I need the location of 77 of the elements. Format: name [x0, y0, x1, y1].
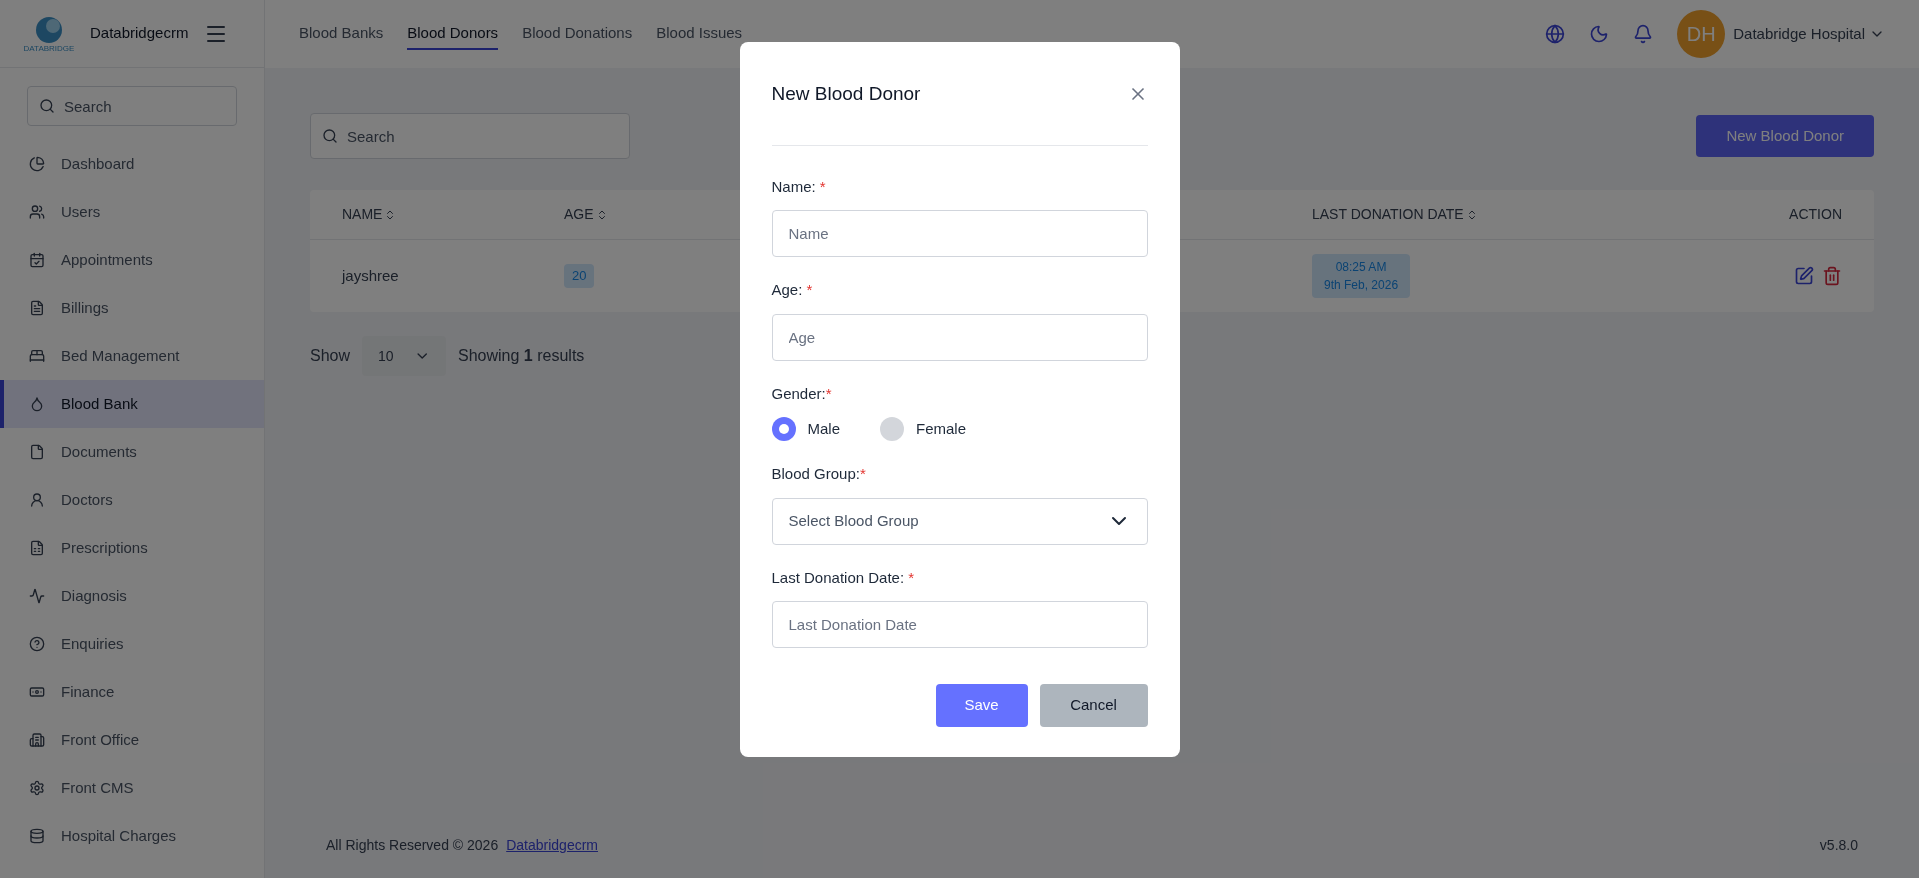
- sidebar-item[interactable]: Doctors: [0, 476, 264, 524]
- logo-text: DATABRIDGE: [23, 44, 75, 53]
- file-icon: [29, 444, 45, 460]
- sidebar-item[interactable]: Users: [0, 188, 264, 236]
- save-button[interactable]: Save: [935, 684, 1028, 727]
- users-icon: [29, 204, 45, 220]
- sidebar-item[interactable]: Hospital Charges: [0, 812, 264, 860]
- building-icon: [29, 732, 45, 748]
- cancel-button[interactable]: Cancel: [1039, 684, 1148, 727]
- input-field[interactable]: Name: [771, 210, 1148, 257]
- tab[interactable]: Blood Donors: [407, 17, 499, 51]
- version-text: v5.8.0: [1819, 836, 1858, 855]
- sidebar-item[interactable]: Blood Bank: [0, 380, 264, 428]
- copyright-text: All Rights Reserved © 2026: [326, 836, 499, 855]
- per-page-select[interactable]: 10: [362, 336, 447, 376]
- input-field[interactable]: Last Donation Date: [771, 601, 1148, 648]
- person-icon: [29, 492, 45, 508]
- input-field[interactable]: Age: [771, 313, 1148, 361]
- show-label: Show: [310, 346, 351, 366]
- radio-button[interactable]: [771, 417, 796, 441]
- search-icon: [39, 98, 55, 114]
- search-field[interactable]: Search: [310, 113, 630, 159]
- modal-title: New Blood Donor: [771, 82, 921, 106]
- column-header[interactable]: LAST DONATION DATE: [1312, 204, 1478, 225]
- radio-label[interactable]: Female: [916, 417, 967, 441]
- tab[interactable]: Blood Donations: [522, 17, 633, 51]
- field-label: Last Donation Date: *: [771, 567, 916, 588]
- field-label: Gender:*: [771, 383, 833, 404]
- sidebar-item[interactable]: Appointments: [0, 236, 264, 284]
- search-icon: [322, 128, 338, 144]
- pulse-icon: [29, 588, 45, 604]
- select-field[interactable]: Select Blood Group: [771, 497, 1148, 545]
- sidebar-item[interactable]: Front CMS: [0, 764, 264, 812]
- sidebar-item[interactable]: Bed Management: [0, 332, 264, 380]
- sidebar-item[interactable]: Enquiries: [0, 620, 264, 668]
- table-cell-text: jayshree: [342, 265, 399, 286]
- document-icon: [29, 300, 45, 316]
- bell-icon[interactable]: [1633, 24, 1654, 44]
- tab[interactable]: Blood Issues: [656, 17, 743, 51]
- sidebar-search-field[interactable]: Search: [27, 86, 237, 126]
- pie-chart-icon: [29, 156, 45, 172]
- tab[interactable]: Blood Banks: [299, 17, 384, 51]
- document-icon: [29, 540, 45, 556]
- column-header[interactable]: NAME: [342, 204, 397, 225]
- edit-icon[interactable]: [1794, 266, 1814, 286]
- column-header: ACTION: [1789, 205, 1842, 224]
- globe-icon[interactable]: [1545, 24, 1566, 44]
- banknote-icon: [29, 684, 45, 700]
- sidebar-item[interactable]: Prescriptions: [0, 524, 264, 572]
- brand-name: Databridgecrm: [90, 23, 189, 44]
- field-label: Blood Group:*: [771, 464, 867, 484]
- new-blood-donor-button[interactable]: New Blood Donor: [1696, 115, 1874, 157]
- field-label: Age: *: [771, 280, 814, 300]
- time-text: 08:25 AM: [1335, 259, 1387, 276]
- sidebar-item[interactable]: Front Office: [0, 716, 264, 764]
- radio-button[interactable]: [880, 417, 904, 441]
- settings-icon: [29, 780, 45, 796]
- age-badge: 20: [564, 264, 595, 288]
- sidebar-item[interactable]: Dashboard: [0, 140, 264, 188]
- sidebar-item[interactable]: Documents: [0, 428, 264, 476]
- field-label: Name: *: [771, 176, 827, 197]
- trash-icon[interactable]: [1822, 266, 1842, 286]
- footer-link[interactable]: Databridgecrm: [506, 835, 598, 856]
- sidebar-item[interactable]: Diagnosis: [0, 572, 264, 620]
- results-summary: Showing 1 results: [458, 346, 585, 366]
- question-icon: [29, 636, 45, 652]
- column-header[interactable]: AGE: [564, 204, 608, 225]
- moon-icon[interactable]: [1589, 24, 1610, 44]
- sidebar-item[interactable]: Billings: [0, 284, 264, 332]
- sidebar-item[interactable]: Finance: [0, 668, 264, 716]
- calendar-icon: [29, 252, 45, 268]
- user-name[interactable]: Databridge Hospital: [1733, 22, 1865, 46]
- radio-label[interactable]: Male: [807, 417, 840, 441]
- bed-icon: [29, 348, 45, 364]
- date-text: 9th Feb, 2026: [1324, 277, 1399, 294]
- coins-icon: [29, 828, 45, 844]
- drop-icon: [29, 396, 45, 412]
